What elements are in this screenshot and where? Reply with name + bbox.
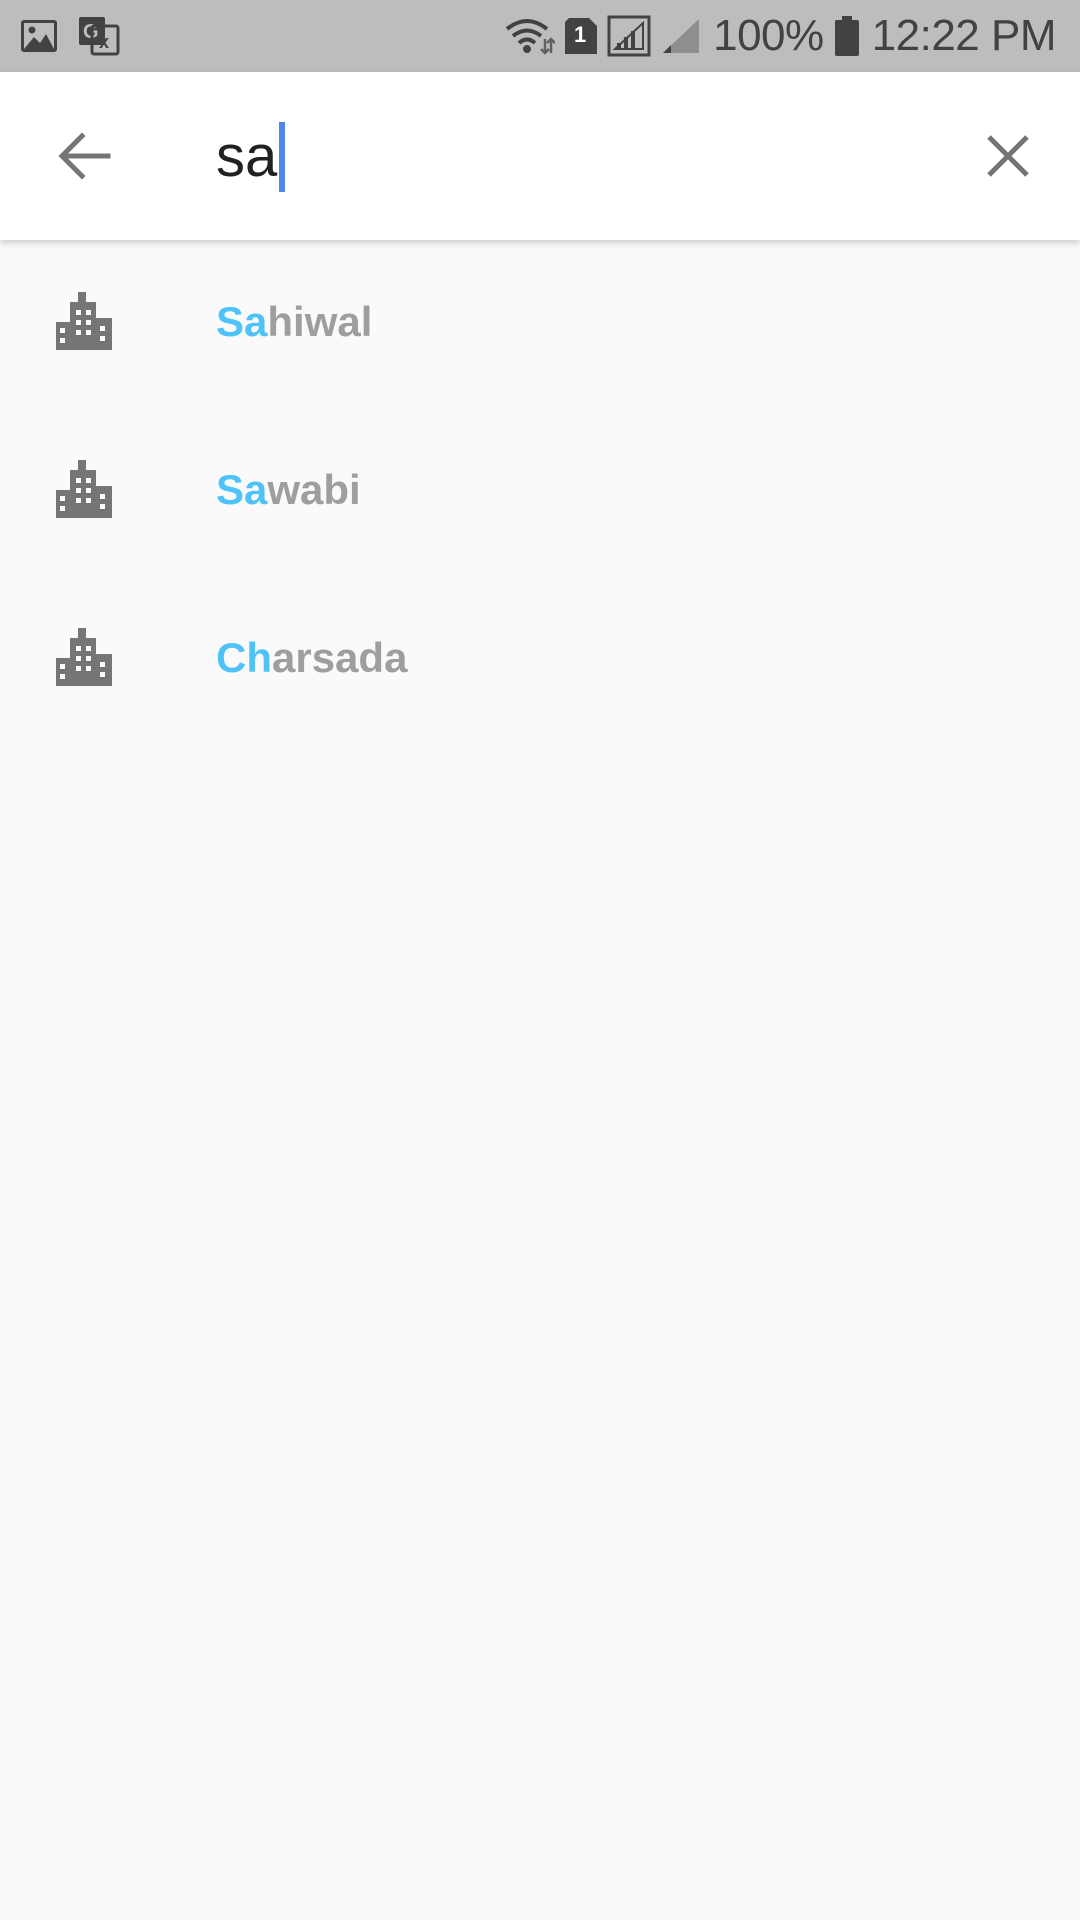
status-bar: G x 1 100% 12:22 PM <box>0 0 1080 72</box>
back-button[interactable] <box>44 116 124 196</box>
list-item[interactable]: Sawabi <box>0 408 1080 576</box>
text-caret <box>279 122 285 192</box>
sim-badge: 1 <box>565 18 598 54</box>
list-item[interactable]: Charsada <box>0 576 1080 744</box>
city-icon <box>56 628 112 686</box>
search-input[interactable] <box>216 106 936 206</box>
clear-button[interactable] <box>968 116 1048 196</box>
suggestion-label: Charsada <box>216 632 407 684</box>
translate-icon: G x <box>78 16 120 56</box>
suggestion-rest: wabi <box>267 466 361 513</box>
suggestion-match: Sa <box>216 466 268 513</box>
image-icon <box>20 19 58 53</box>
suggestion-label: Sahiwal <box>216 296 372 348</box>
status-bar-right: 1 100% 12:22 PM <box>495 0 1057 72</box>
city-icon <box>56 460 112 518</box>
signal-icon-sim2 <box>661 17 701 55</box>
search-toolbar <box>0 72 1080 240</box>
suggestion-rest: hiwal <box>267 298 373 345</box>
suggestion-match: Sa <box>216 298 268 345</box>
city-icon <box>56 292 112 350</box>
status-bar-left: G x <box>20 0 140 72</box>
sim-badge-number: 1 <box>573 22 587 47</box>
close-icon <box>987 135 1029 177</box>
clock: 12:22 PM <box>871 11 1057 60</box>
signal-icon-sim1 <box>607 15 651 57</box>
arrow-left-icon <box>58 132 111 180</box>
suggestion-match: Ch <box>216 634 272 681</box>
battery-icon <box>834 16 860 56</box>
suggestion-label: Sawabi <box>216 464 361 516</box>
suggestion-list: Sahiwal Sawabi Charsada <box>0 240 1080 744</box>
battery-percent: 100% <box>713 11 824 60</box>
list-item[interactable]: Sahiwal <box>0 240 1080 408</box>
suggestion-rest: arsada <box>272 634 408 681</box>
svg-text:x: x <box>99 32 109 52</box>
wifi-icon <box>505 17 556 55</box>
